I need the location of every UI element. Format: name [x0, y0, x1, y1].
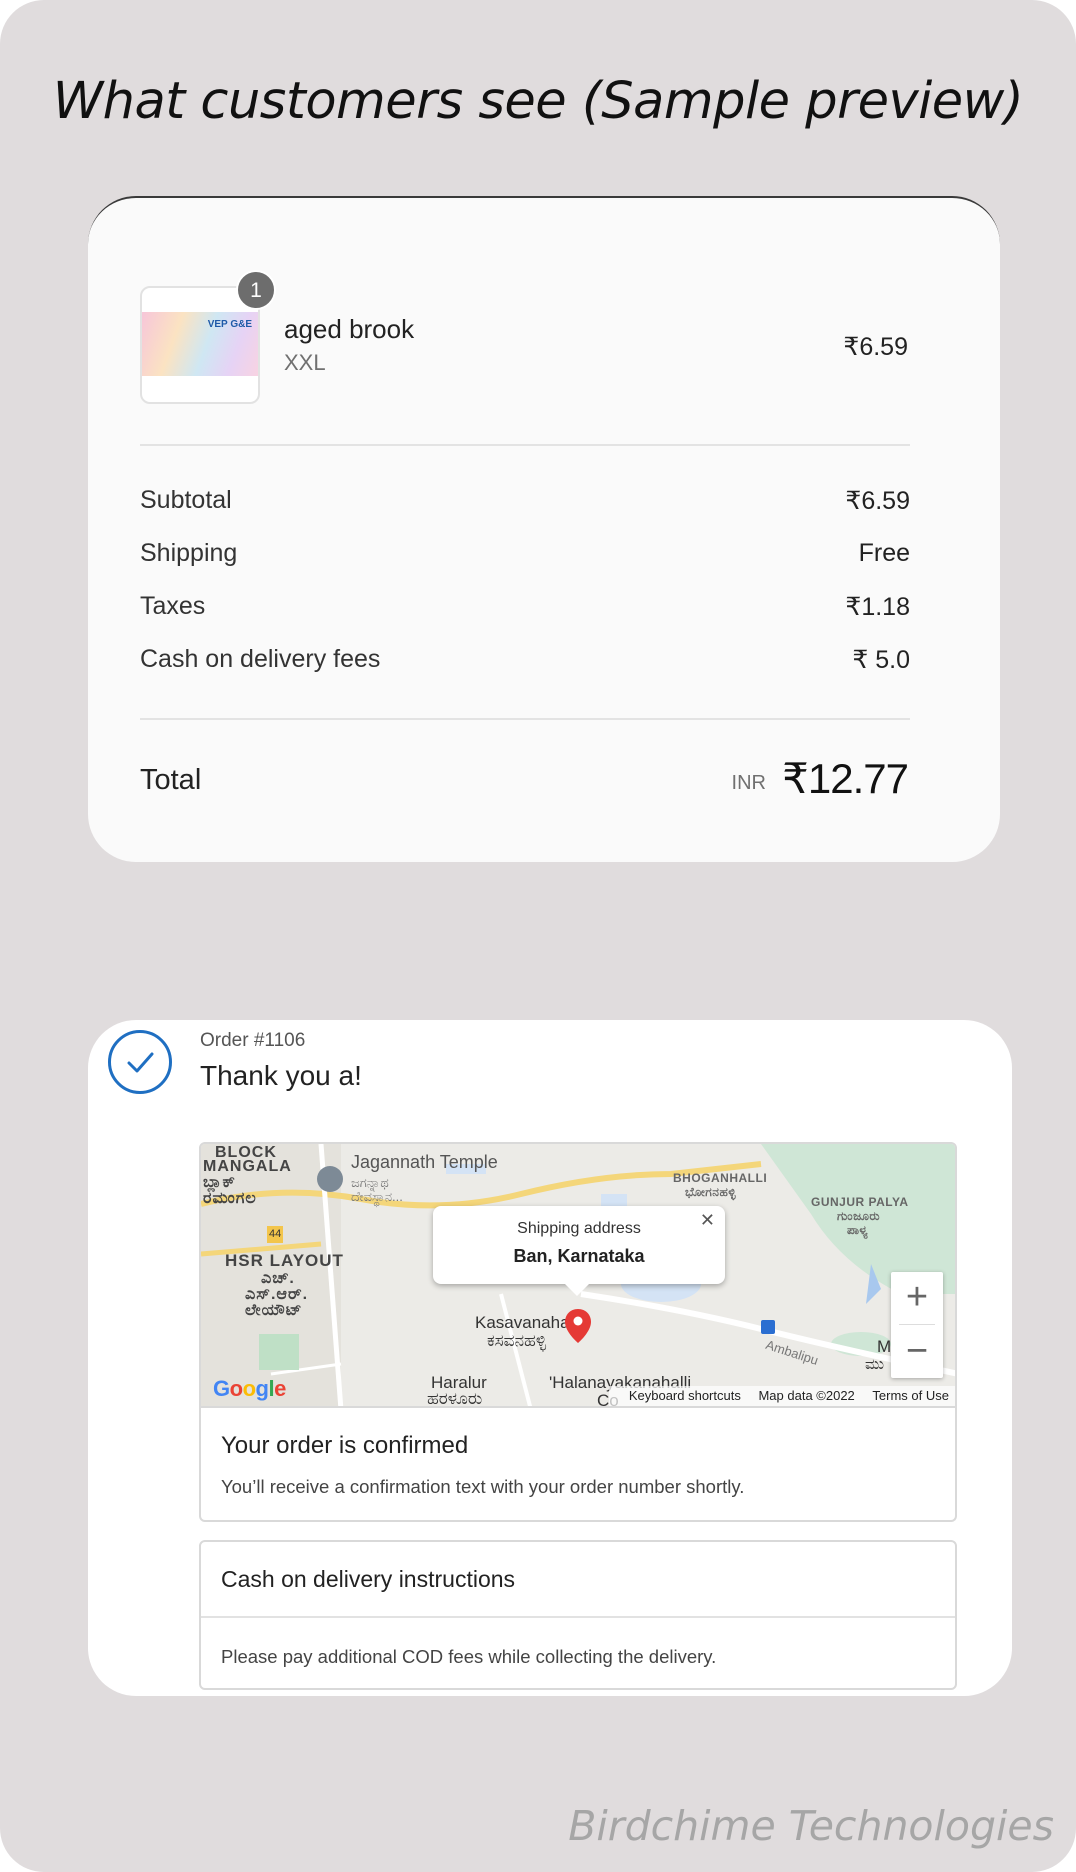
shipping-map[interactable]: BLOCK MANGALA ಬ್ಲಾಕ್ ರಮಂಗಲ Jagannath Tem…	[199, 1142, 957, 1408]
map-label: ರಮಂಗಲ	[203, 1190, 257, 1207]
location-pin-icon[interactable]	[563, 1308, 593, 1344]
shipping-address-popup: Shipping address Ban, Karnataka ✕	[433, 1206, 725, 1296]
map-label: ಮು	[865, 1356, 885, 1373]
row-label: Taxes	[140, 592, 206, 620]
row-value: Free	[858, 539, 910, 567]
map-label: ದೇವಸ್ಥಾನ...	[351, 1189, 403, 1204]
preview-frame: What customers see (Sample preview) VEP …	[0, 0, 1076, 1872]
map-label-hsr: HSR LAYOUT	[225, 1251, 344, 1270]
product-name: aged brook	[284, 314, 415, 344]
total-label: Total	[140, 764, 202, 796]
zoom-controls: + −	[891, 1272, 943, 1378]
confirm-title: Your order is confirmed	[221, 1432, 469, 1459]
product-variant: XXL	[284, 350, 326, 375]
page-headline: What customers see (Sample preview)	[52, 72, 1024, 131]
map-label: ಪಾಳ್ಯ	[847, 1223, 869, 1237]
thumbnail-label: VEP G&E	[207, 319, 252, 330]
map-label: ಲೇಯೌಟ್	[245, 1302, 303, 1319]
popup-address: Ban, Karnataka	[513, 1246, 645, 1266]
map-label: MANGALA	[203, 1158, 292, 1175]
map-attribution: Keyboard shortcuts Map data ©2022 Terms …	[608, 1386, 955, 1406]
divider	[201, 1616, 955, 1618]
row-label: Subtotal	[140, 486, 232, 514]
thank-you-card: Order #1106 Thank you a! BLOCK MANGALA ಬ…	[88, 1020, 1012, 1696]
order-summary-card: VEP G&E 1 aged brook XXL ₹6.59 Subtotal …	[88, 196, 1000, 862]
taxes-row: Taxes ₹1.18	[140, 592, 910, 626]
close-icon[interactable]: ✕	[700, 1210, 715, 1231]
map-data-text: Map data ©2022	[758, 1388, 855, 1403]
watermark: Birdchime Technologies	[568, 1802, 1054, 1850]
total-value: ₹12.77	[782, 755, 909, 802]
cod-text: Please pay additional COD fees while col…	[221, 1646, 717, 1667]
confirm-text: You’ll receive a confirmation text with …	[221, 1476, 745, 1497]
keyboard-shortcuts-link[interactable]: Keyboard shortcuts	[629, 1388, 741, 1403]
map-label: ಹರಳೂರು	[427, 1389, 483, 1408]
order-confirmed-box: Your order is confirmed You’ll receive a…	[199, 1408, 957, 1522]
row-value: ₹1.18	[845, 593, 910, 621]
popup-title: Shipping address	[517, 1220, 641, 1237]
divider	[140, 718, 910, 720]
map-label-temple: Jagannath Temple	[351, 1152, 498, 1172]
shipping-row: Shipping Free	[140, 539, 910, 573]
total-currency: INR	[731, 772, 766, 794]
map-label: ಕಸವನಹಳ್ಳಿ	[487, 1331, 547, 1350]
row-value: ₹ 5.0	[852, 646, 910, 674]
quantity-badge: 1	[236, 270, 276, 310]
zoom-in-button[interactable]: +	[891, 1272, 943, 1324]
cod-title: Cash on delivery instructions	[221, 1566, 516, 1592]
row-value: ₹6.59	[845, 487, 910, 515]
terms-link[interactable]: Terms of Use	[872, 1388, 949, 1403]
google-logo: Google	[213, 1376, 286, 1401]
zoom-out-button[interactable]: −	[891, 1326, 943, 1378]
highway-shield: 44	[267, 1226, 284, 1243]
map-label: ಎಸ್.ಆರ್.	[245, 1286, 309, 1303]
order-number: Order #1106	[200, 1030, 306, 1051]
row-label: Cash on delivery fees	[140, 645, 381, 673]
row-label: Shipping	[140, 539, 238, 567]
cod-instructions-box: Cash on delivery instructions Please pay…	[199, 1540, 957, 1690]
map-label: ಭೋಗನಹಳ್ಳಿ	[685, 1185, 737, 1199]
cod-fees-row: Cash on delivery fees ₹ 5.0	[140, 645, 910, 679]
map-label: ಬ್ಲಾಕ್	[203, 1174, 236, 1191]
thank-you-title: Thank you a!	[200, 1060, 362, 1091]
map-label: ಎಚ್.	[261, 1270, 295, 1287]
check-circle-icon	[108, 1030, 172, 1094]
product-price: ₹6.59	[843, 333, 908, 361]
divider	[140, 444, 910, 446]
subtotal-row: Subtotal ₹6.59	[140, 486, 910, 520]
